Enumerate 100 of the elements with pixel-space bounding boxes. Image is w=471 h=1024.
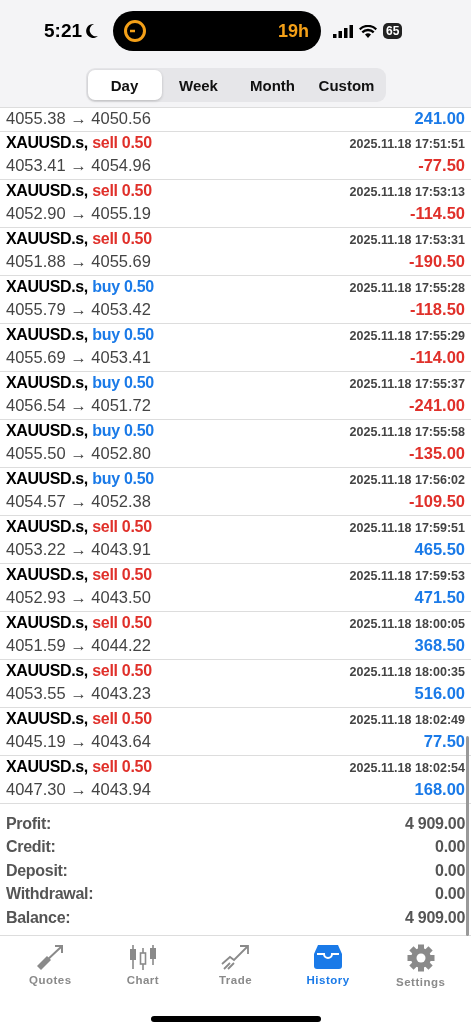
deal-time: 2025.11.18 18:00:05: [349, 616, 465, 631]
trend-arrow-icon: [220, 943, 251, 970]
deal-time: 2025.11.18 17:53:13: [349, 184, 465, 199]
timer-text: 19h: [278, 20, 310, 42]
deal-symbol: XAUUSD.s,: [6, 661, 88, 679]
deal-type: sell 0.50: [92, 709, 152, 727]
deal-symbol: XAUUSD.s,: [6, 421, 88, 439]
battery-level: 65: [383, 23, 403, 39]
deal-profit: 241.00: [414, 108, 465, 128]
deal-profit: -77.50: [418, 155, 465, 175]
summary-label: Withdrawal:: [6, 885, 94, 904]
deal-time: 2025.11.18 17:53:31: [349, 232, 465, 247]
deal-profit: -190.50: [409, 251, 465, 271]
deal-type: sell 0.50: [92, 517, 152, 535]
deal-symbol: XAUUSD.s,: [6, 709, 88, 727]
deal-profit: -109.50: [409, 491, 465, 511]
deal-type: sell 0.50: [92, 757, 152, 775]
deal-type: sell 0.50: [92, 661, 152, 679]
deal-time: 2025.11.18 17:55:58: [349, 424, 465, 439]
home-indicator[interactable]: [150, 1015, 321, 1022]
deal-time: 2025.11.18 17:55:37: [349, 376, 465, 391]
deal-time: 2025.11.18 17:56:02: [349, 472, 465, 487]
deal-profit: 368.50: [414, 635, 465, 655]
price-range: 4055.69 → 4053.41: [6, 347, 151, 367]
deal-type: sell 0.50: [92, 565, 152, 583]
period-tab[interactable]: Day: [87, 70, 162, 100]
deal-type: buy 0.50: [92, 373, 154, 391]
tab-bar-item[interactable]: History: [281, 939, 375, 992]
price-range: 4056.54 → 4051.72: [6, 395, 151, 415]
deal-symbol: XAUUSD.s,: [6, 469, 88, 487]
summary-label: Credit:: [6, 838, 56, 857]
price-range: 4051.88 → 4055.69: [6, 251, 151, 271]
deal-profit: -118.50: [409, 299, 465, 319]
period-tab[interactable]: Custom: [309, 70, 384, 100]
price-range: 4055.38 → 4050.56: [6, 108, 151, 128]
deal-symbol: XAUUSD.s,: [6, 757, 88, 775]
tab-bar-item[interactable]: Chart: [96, 939, 190, 992]
deal-symbol: XAUUSD.s,: [6, 277, 88, 295]
deal-type: sell 0.50: [92, 133, 152, 151]
price-range: 4047.30 → 4043.94: [6, 779, 151, 799]
summary-label: Profit:: [6, 814, 51, 833]
tab-bar-item[interactable]: Trade: [189, 939, 282, 992]
summary-value: 4 909.00: [405, 908, 465, 927]
summary-value: 4 909.00: [405, 814, 465, 833]
deal-time: 2025.11.18 17:55:29: [349, 328, 465, 343]
deal-type: sell 0.50: [92, 229, 152, 247]
summary-value: 0.00: [435, 838, 465, 857]
arrows-icon: [35, 943, 66, 970]
deal-time: 2025.11.18 18:02:49: [349, 712, 465, 727]
clock-time: 5:21: [44, 20, 83, 42]
moon-icon: [85, 23, 100, 39]
wifi-icon: [359, 24, 378, 38]
scroll-bar[interactable]: [466, 736, 469, 936]
deal-symbol: XAUUSD.s,: [6, 133, 88, 151]
deal-time: 2025.11.18 17:59:53: [349, 568, 465, 583]
deal-profit: 471.50: [414, 587, 465, 607]
tab-bar-item[interactable]: Settings: [374, 939, 467, 992]
deal-symbol: XAUUSD.s,: [6, 325, 88, 343]
price-range: 4051.59 → 4044.22: [6, 635, 151, 655]
price-range: 4053.22 → 4043.91: [6, 539, 151, 559]
deal-type: buy 0.50: [92, 325, 154, 343]
deal-symbol: XAUUSD.s,: [6, 373, 88, 391]
summary-label: Deposit:: [6, 861, 68, 880]
inbox-icon: [313, 943, 344, 970]
price-range: 4052.93 → 4043.50: [6, 587, 151, 607]
deal-profit: 77.50: [423, 731, 465, 751]
summary-label: Balance:: [6, 908, 71, 927]
deal-profit: -114.00: [409, 347, 465, 367]
deal-symbol: XAUUSD.s,: [6, 181, 88, 199]
deal-symbol: XAUUSD.s,: [6, 517, 88, 535]
timer-icon: [123, 19, 148, 43]
deal-type: buy 0.50: [92, 469, 154, 487]
deal-symbol: XAUUSD.s,: [6, 613, 88, 631]
deal-symbol: XAUUSD.s,: [6, 565, 88, 583]
deal-type: sell 0.50: [92, 181, 152, 199]
deal-profit: 168.00: [414, 779, 465, 799]
deal-profit: -135.00: [409, 443, 465, 463]
deal-type: buy 0.50: [92, 277, 154, 295]
deal-profit: -114.50: [409, 203, 465, 223]
price-range: 4054.57 → 4052.38: [6, 491, 151, 511]
price-range: 4052.90 → 4055.19: [6, 203, 151, 223]
period-tab[interactable]: Week: [161, 70, 236, 100]
period-tab[interactable]: Month: [235, 70, 310, 100]
deal-time: 2025.11.18 17:59:51: [349, 520, 465, 535]
deal-time: 2025.11.18 18:00:35: [349, 664, 465, 679]
price-range: 4053.41 → 4054.96: [6, 155, 151, 175]
price-range: 4045.19 → 4043.64: [6, 731, 151, 751]
deal-time: 2025.11.18 18:02:54: [349, 760, 465, 775]
summary-value: 0.00: [435, 861, 465, 880]
deal-profit: -241.00: [409, 395, 465, 415]
deal-type: sell 0.50: [92, 613, 152, 631]
signal-icon: [333, 24, 354, 38]
deal-type: buy 0.50: [92, 421, 154, 439]
deal-profit: 465.50: [414, 539, 465, 559]
price-range: 4055.79 → 4053.42: [6, 299, 151, 319]
tab-bar-item[interactable]: Quotes: [4, 939, 97, 992]
candlestick-icon: [127, 943, 158, 970]
price-range: 4055.50 → 4052.80: [6, 443, 151, 463]
deal-symbol: XAUUSD.s,: [6, 229, 88, 247]
settings-icon: [405, 943, 436, 972]
